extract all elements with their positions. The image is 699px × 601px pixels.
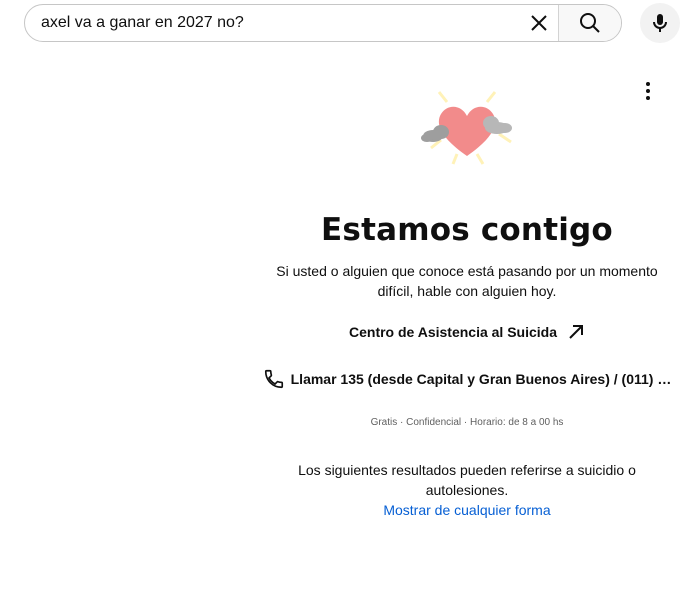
panel-description: Si usted o alguien que conoce está pasan… bbox=[276, 263, 658, 299]
clear-search-button[interactable] bbox=[522, 5, 556, 41]
call-hotline-button[interactable]: Llamar 135 (desde Capital y Gran Buenos … bbox=[244, 368, 690, 390]
call-hotline-label: Llamar 135 (desde Capital y Gran Buenos … bbox=[290, 371, 672, 387]
phone-icon bbox=[264, 369, 283, 389]
external-arrow-icon bbox=[569, 325, 583, 339]
page: Estamos contigo Si usted o alguien que c… bbox=[0, 0, 699, 601]
suicide-assistance-center-link[interactable]: Centro de Asistencia al Suicida bbox=[349, 323, 585, 341]
results-note: Los siguientes resultados pueden referir… bbox=[298, 462, 636, 498]
panel-title: Estamos contigo bbox=[321, 212, 613, 248]
service-info: Gratis · Confidencial · Horario: de 8 a … bbox=[370, 417, 564, 428]
show-results-anyway-link[interactable]: Mostrar de cualquier forma bbox=[383, 500, 550, 520]
voice-search-button[interactable] bbox=[640, 3, 680, 43]
heart-with-clouds-icon bbox=[421, 91, 512, 165]
microphone-icon bbox=[653, 14, 667, 32]
search-input[interactable] bbox=[25, 5, 522, 41]
search-icon bbox=[580, 13, 600, 33]
search-bar bbox=[24, 4, 622, 42]
center-link-label: Centro de Asistencia al Suicida bbox=[349, 324, 557, 340]
search-button[interactable] bbox=[558, 5, 621, 41]
crisis-support-panel: Estamos contigo Si usted o alguien que c… bbox=[244, 88, 690, 520]
close-icon bbox=[531, 15, 547, 31]
